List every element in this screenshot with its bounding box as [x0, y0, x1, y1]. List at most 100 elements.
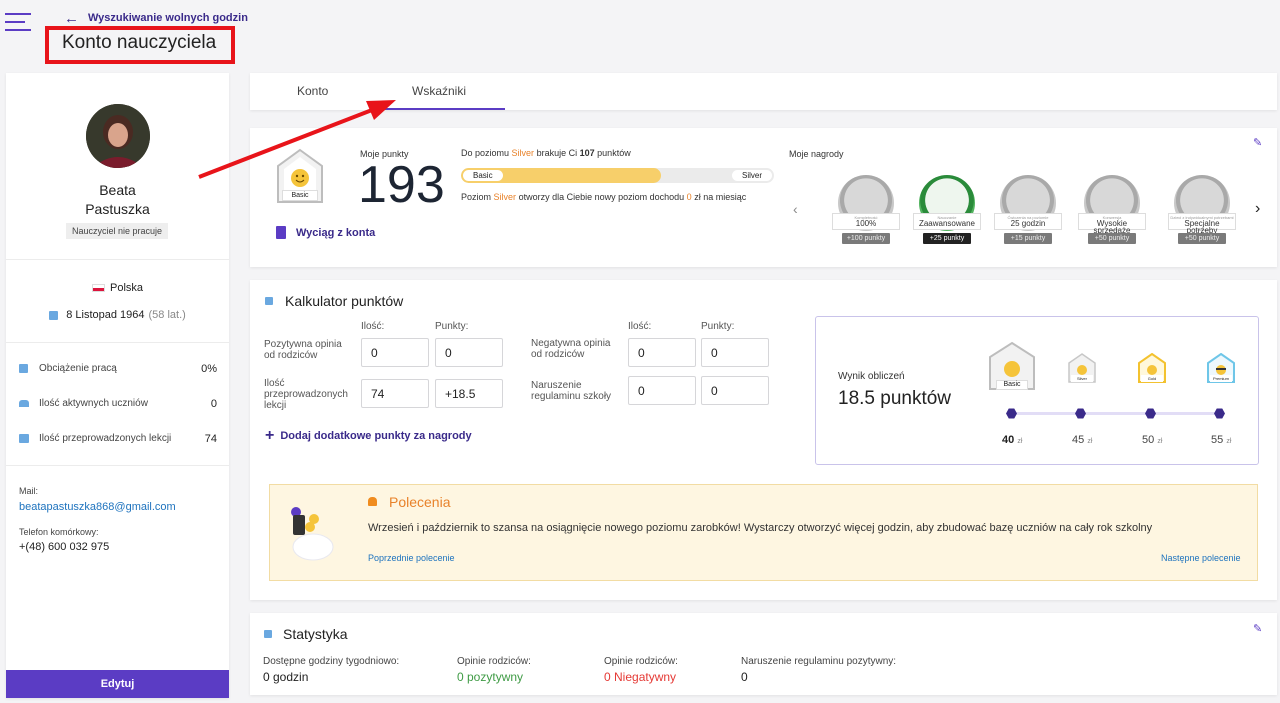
level-name: Silver [1071, 375, 1093, 382]
calc-row-label: Naruszenie regulaminu szkoły [531, 380, 612, 402]
reward-label: Konwersja Wysokie sprzedaże [1078, 213, 1146, 235]
calc-row-label: Pozytywna opinia od rodziców [264, 339, 342, 361]
recommendation-title: Polecenia [389, 494, 451, 510]
country-label: Polska [109, 282, 144, 294]
progress-note: Poziom Silver otworzy dla Ciebie nowy po… [461, 192, 746, 202]
piggy-bank-icon [286, 503, 341, 563]
note-mid: otworzy dla Ciebie nowy poziom dochodu [518, 192, 685, 202]
level-price: 40 zł [1002, 434, 1023, 446]
mail-label: Mail: [19, 486, 39, 496]
reward-badge[interactable]: Nauczanie Zaawansowane +25 punkty [913, 175, 981, 245]
positive-opinion-qty-input[interactable] [361, 338, 429, 367]
birth-date: 8 Listopad 1964 [66, 309, 145, 321]
tab-wskazniki[interactable]: Wskaźniki [412, 84, 466, 98]
progress-level: Silver [511, 148, 535, 158]
edit-button[interactable]: Edytuj [6, 670, 229, 698]
qty-header: Ilość: [361, 321, 385, 332]
stat-label: Obciążenie pracą [39, 363, 117, 374]
level-premium-icon: Premium [1207, 352, 1235, 383]
statement-link-label: Wyciąg z konta [296, 226, 376, 239]
poland-flag-icon [91, 284, 105, 292]
divider [6, 342, 229, 343]
stat-row-active-students: Ilość aktywnych uczniów 0 [19, 398, 217, 410]
reward-points: +50 punkty [1088, 233, 1136, 244]
mail-link[interactable]: beatapastuszka868@gmail.com [19, 501, 176, 513]
briefcase-icon [19, 364, 28, 373]
positive-opinion-pts-input[interactable] [435, 338, 503, 367]
reward-badge[interactable]: Konwersja Wysokie sprzedaże +50 punkty [1078, 175, 1146, 245]
violation-qty-input[interactable] [628, 376, 696, 405]
stat-value: 0 [741, 670, 748, 684]
stat-value: 0 pozytywny [457, 670, 524, 684]
progress-prefix: Do poziomu [461, 148, 510, 158]
edit-pencil-icon[interactable]: ✎ [1253, 622, 1262, 635]
age-label: (58 lat.) [148, 309, 186, 321]
calculator-icon [265, 297, 273, 305]
progress-mid: brakuje Ci [536, 148, 578, 158]
stat-value: 0% [201, 363, 217, 375]
next-recommendation-link[interactable]: Następne polecenie [1161, 553, 1241, 563]
progress-end-label: Silver [731, 170, 772, 181]
negative-opinion-qty-input[interactable] [628, 338, 696, 367]
level-silver-icon: Silver [1068, 353, 1096, 383]
reward-badge[interactable]: Ćwiczenia na poziomie 25 godzin +15 punkt… [994, 175, 1062, 245]
status-badge: Nauczyciel nie pracuje [66, 223, 168, 239]
progress-start-label: Basic [463, 170, 503, 181]
lessons-pts-input[interactable] [435, 379, 503, 408]
stat-row-workload: Obciążenie pracą 0% [19, 363, 217, 375]
rewards-next-button[interactable]: › [1255, 200, 1260, 218]
reward-points: +100 punkty [842, 233, 890, 244]
qty-header: Ilość: [628, 321, 652, 332]
tabs-bar [250, 73, 1277, 110]
rewards-prev-button[interactable]: ‹ [793, 201, 798, 217]
reward-points: +15 punkty [1004, 233, 1052, 244]
level-badge-label: Basic [282, 190, 318, 201]
level-line [1012, 412, 1220, 415]
rewards-label: Moje nagrody [789, 149, 844, 159]
birthday-row: 8 Listopad 1964 (58 lat.) [6, 309, 229, 321]
level-price: 45 zł [1072, 434, 1093, 446]
stat-value: 0 godzin [263, 670, 309, 684]
note-level: Silver [493, 192, 517, 202]
statement-link[interactable]: Wyciąg z konta [276, 226, 375, 239]
calculator-title: Kalkulator punktów [285, 293, 404, 309]
stat-value: 0 [210, 398, 217, 410]
progress-caption: Do poziomu Silver brakuje Ci 107 punktów [461, 148, 631, 158]
country-row: Polska [6, 282, 229, 294]
note-suffix: zł na miesiąc [694, 192, 747, 202]
progress-suffix: punktów [597, 148, 631, 158]
back-link[interactable]: ← Wyszukiwanie wolnych godzin [64, 10, 248, 27]
level-name: Premium [1210, 375, 1232, 382]
lessons-qty-input[interactable] [361, 379, 429, 408]
stat-label: Opinie rodziców: [457, 656, 531, 667]
hamburger-icon[interactable] [5, 13, 31, 31]
plus-icon: + [265, 427, 275, 444]
cake-icon [49, 310, 59, 320]
edit-pencil-icon[interactable]: ✎ [1253, 136, 1262, 149]
bell-icon [368, 497, 377, 506]
avatar [86, 104, 150, 168]
result-value: 18.5 punktów [838, 388, 952, 409]
divider [6, 259, 229, 260]
prev-recommendation-link[interactable]: Poprzednie polecenie [368, 553, 455, 563]
tab-active-indicator [383, 108, 505, 110]
pts-header: Punkty: [435, 321, 469, 332]
profile-first-name: Beata [99, 182, 136, 198]
reward-badge[interactable]: Kompletność 100% +100 punkty [832, 175, 900, 245]
reward-label: Nauczanie Zaawansowane [913, 213, 981, 230]
add-points-label: Dodaj dodatkowe punkty za nagrody [280, 430, 472, 442]
stat-label: Ilość aktywnych uczniów [39, 398, 148, 409]
back-link-label: Wyszukiwanie wolnych godzin [88, 12, 248, 24]
level-basic-icon: Basic [988, 341, 1036, 391]
tab-konto[interactable]: Konto [297, 84, 328, 98]
statistics-title: Statystyka [283, 626, 348, 642]
note-amount: 0 [686, 192, 692, 202]
reward-badge[interactable]: Dzieci z indywidualnymi potrzebami Specja… [1168, 175, 1236, 245]
reward-label: Kompletność 100% [832, 213, 900, 230]
add-points-link[interactable]: + Dodaj dodatkowe punkty za nagrody [265, 427, 472, 444]
level-name: Basic [996, 380, 1028, 390]
reward-label: Ćwiczenia na poziomie 25 godzin [994, 213, 1062, 230]
result-label: Wynik obliczeń [838, 371, 905, 382]
negative-opinion-pts-input[interactable] [701, 338, 769, 367]
violation-pts-input[interactable] [701, 376, 769, 405]
